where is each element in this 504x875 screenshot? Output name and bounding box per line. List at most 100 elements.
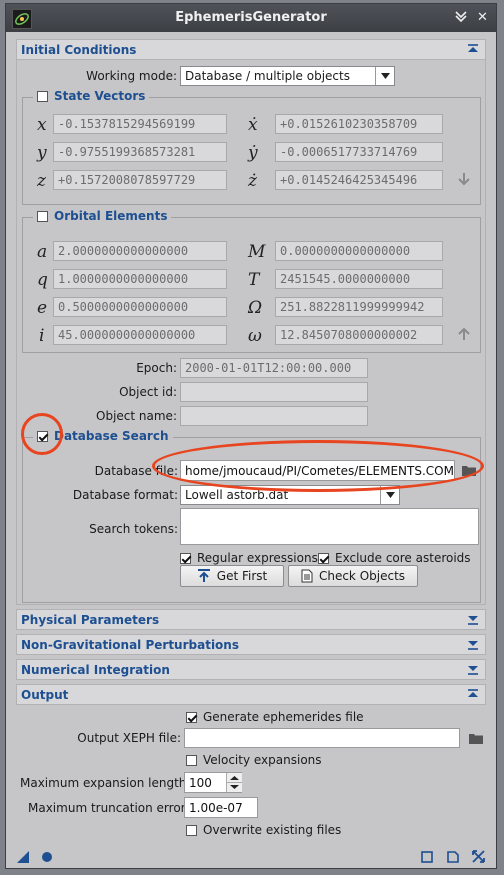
section-title: Non-Gravitational Perturbations — [21, 638, 239, 652]
collapse-icon[interactable] — [467, 688, 479, 701]
max-truncation-label: Maximum truncation error: — [28, 801, 190, 815]
symbol-a: a — [37, 242, 48, 262]
generate-ephemerides-option[interactable]: Generate ephemerides file — [186, 710, 364, 724]
working-mode-value: Database / multiple objects — [185, 69, 350, 83]
state-vectors-title[interactable]: State Vectors — [33, 89, 150, 103]
object-id-field — [180, 382, 368, 402]
zdot-field: +0.0145246425345496 — [275, 170, 443, 190]
ydot-field: -0.0006517733714769 — [275, 142, 443, 162]
orbital-elements-title[interactable]: Orbital Elements — [33, 209, 172, 223]
apply-global-icon[interactable] — [41, 851, 53, 863]
max-truncation-input[interactable]: 1.00e-07 — [184, 797, 258, 818]
section-header-output[interactable]: Output — [16, 684, 486, 705]
object-id-label: Object id: — [119, 385, 177, 399]
i-field: 45.0000000000000000 — [53, 325, 227, 345]
symbol-omega: ω — [248, 326, 262, 346]
generate-ephemerides-checkbox[interactable] — [186, 711, 197, 723]
database-search-title[interactable]: Database Search — [33, 429, 173, 443]
overwrite-existing-option[interactable]: Overwrite existing files — [186, 823, 341, 837]
browse-documentation-icon[interactable] — [421, 851, 433, 863]
titlebar: EphemerisGenerator ✕ — [6, 4, 496, 32]
output-xeph-input[interactable] — [184, 728, 460, 748]
database-file-input[interactable]: home/jmoucaud/PI/Cometes/ELEMENTS.COMET — [180, 460, 455, 481]
check-objects-button[interactable]: Check Objects — [288, 565, 418, 587]
Omega-field: 251.8822811999999942 — [275, 297, 443, 317]
expand-icon[interactable] — [467, 638, 479, 651]
symbol-T: T — [248, 270, 260, 290]
spin-buttons[interactable] — [226, 773, 242, 792]
a-field: 2.0000000000000000 — [53, 241, 227, 261]
get-first-button[interactable]: Get First — [180, 565, 284, 587]
shade-icon[interactable] — [455, 10, 467, 26]
database-search-checkbox[interactable] — [37, 430, 48, 442]
database-format-value: Lowell astorb.dat — [185, 488, 289, 502]
expand-icon[interactable] — [467, 663, 479, 676]
initial-conditions-body: Working mode: Database / multiple object… — [16, 60, 486, 605]
z-field: +0.1572008078597729 — [53, 170, 227, 190]
orbital-elements-checkbox[interactable] — [37, 210, 48, 222]
T-field: 2451545.0000000000 — [275, 269, 443, 289]
database-format-label: Database format: — [72, 488, 178, 502]
state-vectors-checkbox[interactable] — [37, 90, 48, 102]
symbol-e: e — [37, 298, 48, 318]
y-field: -0.9755199368573281 — [53, 142, 227, 162]
collapse-icon[interactable] — [467, 43, 479, 56]
section-header-numerical-integration[interactable]: Numerical Integration — [16, 659, 486, 680]
dialog-body: Initial Conditions Working mode: Databas… — [6, 32, 496, 868]
arrow-down-icon[interactable] — [457, 172, 471, 186]
section-header-physical-parameters[interactable]: Physical Parameters — [16, 609, 486, 630]
section-header-initial-conditions[interactable]: Initial Conditions — [16, 39, 486, 60]
edit-instance-icon[interactable] — [447, 851, 459, 863]
exclude-core-asteroids-option[interactable]: Exclude core asteroids — [318, 551, 471, 565]
state-vectors-label: State Vectors — [54, 89, 146, 103]
exclude-core-asteroids-label: Exclude core asteroids — [335, 551, 471, 565]
object-name-field — [180, 406, 368, 426]
symbol-z: z — [37, 171, 46, 191]
symbol-x: x — [37, 115, 47, 135]
check-objects-label: Check Objects — [318, 569, 406, 583]
database-file-label: Database file: — [94, 464, 178, 478]
epoch-field: 2000-01-01T12:00:00.000 — [180, 358, 368, 378]
search-tokens-label: Search tokens: — [89, 522, 178, 536]
expand-icon[interactable] — [467, 613, 479, 626]
folder-icon[interactable] — [469, 732, 483, 744]
symbol-xdot: ẋ — [248, 115, 258, 135]
folder-icon[interactable] — [462, 464, 476, 476]
overwrite-existing-checkbox[interactable] — [186, 824, 197, 836]
e-field: 0.5000000000000000 — [53, 297, 227, 317]
reset-icon[interactable] — [472, 850, 485, 863]
chevron-down-icon — [380, 486, 399, 504]
object-name-label: Object name: — [96, 409, 177, 423]
working-mode-label: Working mode: — [86, 69, 177, 83]
velocity-expansions-option[interactable]: Velocity expansions — [186, 753, 322, 767]
section-title: Numerical Integration — [21, 663, 170, 677]
generate-ephemerides-label: Generate ephemerides file — [203, 710, 364, 724]
window-title: EphemerisGenerator — [175, 10, 327, 25]
working-mode-select[interactable]: Database / multiple objects — [180, 66, 395, 86]
output-xeph-label: Output XEPH file: — [77, 731, 181, 745]
section-header-non-gravitational-perturbations[interactable]: Non-Gravitational Perturbations — [16, 634, 486, 655]
state-vectors-group: State Vectors x -0.1537815294569199 ẋ +0… — [22, 89, 481, 205]
symbol-ydot: ẏ — [248, 143, 258, 163]
max-expansion-label: Maximum expansion length: — [20, 776, 191, 790]
output-body: Generate ephemerides file Output XEPH fi… — [16, 705, 486, 841]
database-format-select[interactable]: Lowell astorb.dat — [180, 485, 400, 505]
close-icon[interactable]: ✕ — [477, 10, 488, 25]
symbol-M: M — [248, 242, 266, 262]
regular-expressions-option[interactable]: Regular expressions — [180, 551, 318, 565]
overwrite-existing-label: Overwrite existing files — [203, 823, 342, 837]
q-field: 1.0000000000000000 — [53, 269, 227, 289]
new-instance-icon[interactable] — [17, 851, 29, 863]
xdot-field: +0.0152610230358709 — [275, 114, 443, 134]
search-tokens-input[interactable] — [180, 508, 479, 545]
regular-expressions-checkbox[interactable] — [180, 552, 191, 564]
database-search-label: Database Search — [54, 429, 169, 443]
symbol-zdot: ż — [248, 171, 257, 191]
velocity-expansions-checkbox[interactable] — [186, 754, 197, 766]
exclude-core-asteroids-checkbox[interactable] — [318, 552, 329, 564]
arrow-up-icon[interactable] — [457, 327, 471, 341]
M-field: 0.0000000000000000 — [275, 241, 443, 261]
symbol-y: y — [37, 143, 47, 163]
symbol-q: q — [37, 270, 48, 290]
symbol-i: i — [39, 326, 45, 346]
